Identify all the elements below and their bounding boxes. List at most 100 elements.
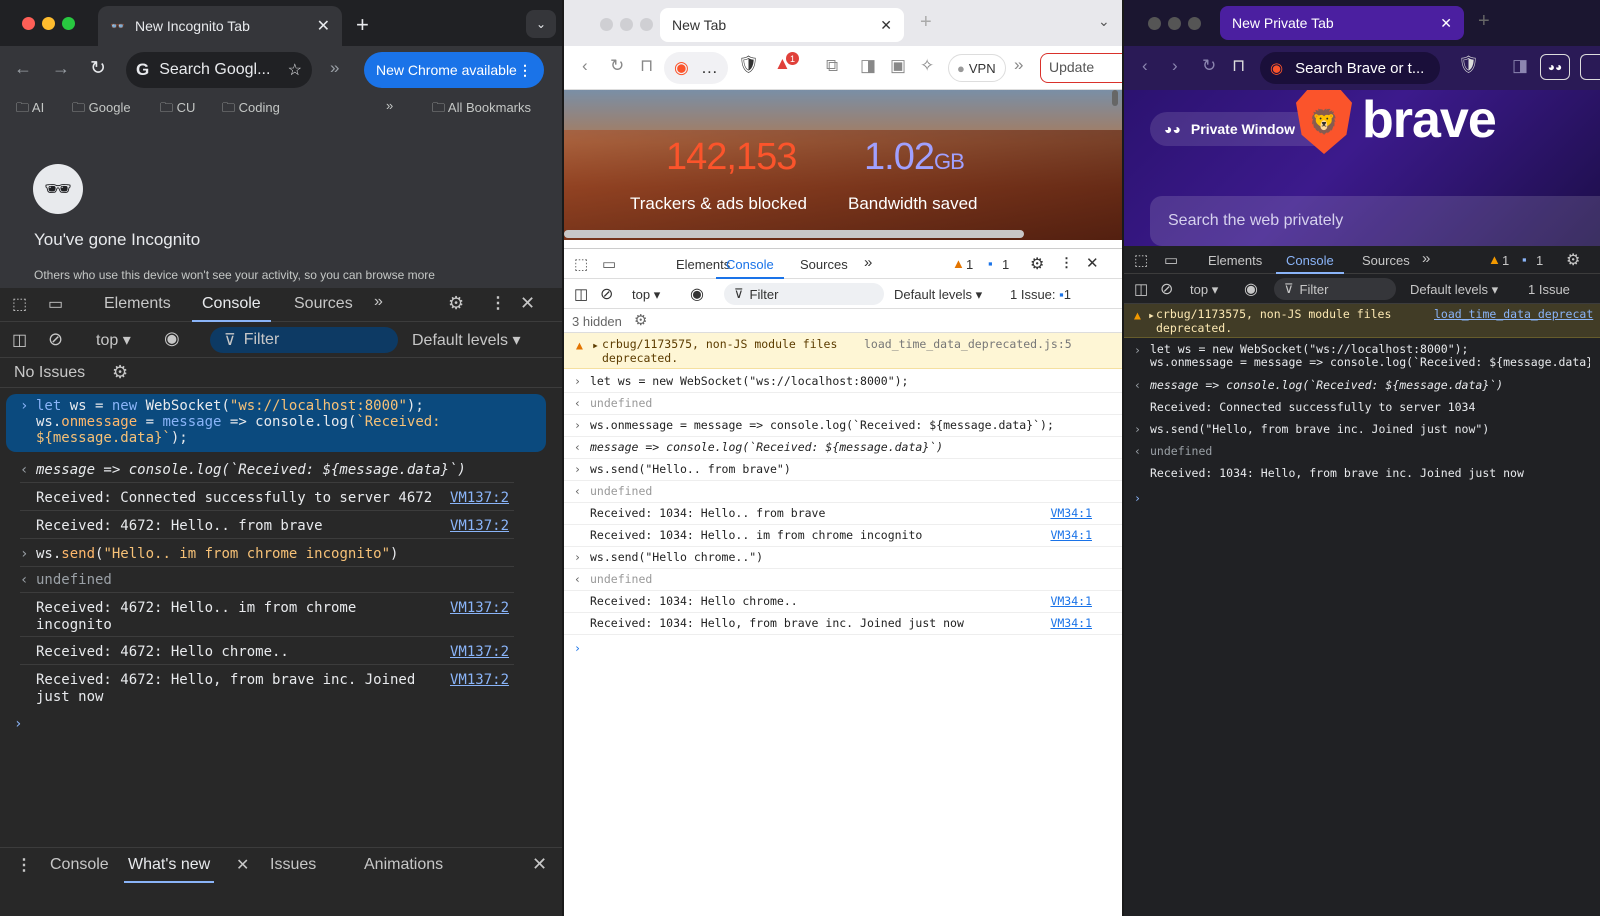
inspect-element-icon[interactable]: ⬚ (12, 294, 27, 314)
minimize-window-button[interactable] (1168, 17, 1181, 30)
minimize-window-button[interactable] (620, 18, 633, 31)
drawer-tab-issues[interactable]: Issues (270, 856, 316, 874)
new-chrome-available-button[interactable]: New Chrome available ⋮ (364, 52, 544, 88)
log-levels-dropdown[interactable]: Default levels ▾ (412, 330, 521, 350)
tab-search-chevron-icon[interactable]: ⌄ (1098, 13, 1110, 30)
eye-icon[interactable]: ◉ (1244, 279, 1258, 299)
context-selector[interactable]: top ▾ (632, 287, 660, 303)
clear-console-icon[interactable]: ⊘ (48, 329, 63, 350)
back-icon[interactable]: ‹ (1142, 56, 1148, 76)
warning-source-link[interactable]: load_time_data_deprecated.js:5 (864, 337, 1072, 351)
sidebar-icon[interactable]: ◨ (1512, 56, 1528, 76)
source-link[interactable]: VM137:2 (450, 518, 509, 534)
sidebar-toggle-icon[interactable]: ◫ (574, 285, 588, 303)
message-icon[interactable]: ▪ (1522, 252, 1527, 267)
customize-menu-icon[interactable]: ⋮ (490, 293, 506, 313)
console-input-2[interactable]: ws.send("Hello.. im from chrome incognit… (36, 546, 398, 562)
drawer-tab-whats-new[interactable]: What's new (124, 848, 215, 883)
context-selector[interactable]: top ▾ (1190, 282, 1218, 298)
customize-menu-icon[interactable]: ⋮ (1060, 255, 1073, 271)
horizontal-scrollbar[interactable] (564, 230, 1024, 238)
settings-gear-icon[interactable]: ⚙ (1566, 250, 1580, 270)
close-window-button[interactable] (1148, 17, 1161, 30)
console-input-line[interactable]: › ws.send("Hello.. from brave") (564, 459, 1122, 481)
chevron-double-right-icon[interactable]: » (1014, 55, 1023, 75)
message-icon[interactable]: ▪ (988, 256, 993, 271)
bookmark-coding[interactable]: 🗀 Coding (222, 99, 280, 121)
clear-console-icon[interactable]: ⊘ (600, 284, 613, 304)
settings-gear-icon[interactable]: ⚙ (1030, 254, 1044, 274)
back-icon[interactable]: ‹ (582, 56, 588, 76)
private-window-icon[interactable]: ◕◕ (1540, 54, 1570, 80)
reload-icon[interactable]: ↻ (1202, 56, 1216, 76)
console-prompt[interactable]: › (574, 641, 581, 655)
warning-icon[interactable]: ▲ (1488, 252, 1501, 267)
forward-icon[interactable]: › (1172, 56, 1178, 76)
vpn-button[interactable]: ● VPN (948, 54, 1006, 82)
source-link[interactable]: VM137:2 (450, 644, 509, 660)
bookmark-icon[interactable]: ⊓ (640, 56, 653, 76)
vertical-scrollbar[interactable] (1112, 90, 1118, 106)
close-devtools-icon[interactable]: ✕ (520, 293, 535, 314)
bookmark-google[interactable]: 🗀 Google (72, 99, 131, 121)
reload-icon[interactable]: ↻ (610, 56, 624, 76)
filter-input[interactable]: ⊽ Filter (210, 327, 398, 353)
close-drawer-icon[interactable]: ✕ (532, 854, 547, 875)
filter-input[interactable]: ⊽ Filter (724, 283, 884, 305)
drawer-tab-animations[interactable]: Animations (364, 856, 443, 874)
tab-new-private-tab[interactable]: New Private Tab ✕ (1220, 6, 1464, 40)
brave-shields-icon[interactable]: 🛡 (1458, 55, 1480, 75)
new-tab-button[interactable]: + (356, 12, 369, 38)
settings-gear-icon[interactable]: ⚙ (448, 293, 464, 314)
source-link[interactable]: VM34:1 (1050, 506, 1092, 520)
close-whats-new-icon[interactable]: ✕ (236, 855, 249, 875)
close-tab-icon[interactable]: ✕ (880, 17, 892, 34)
drawer-menu-icon[interactable]: ⋮ (16, 855, 32, 875)
menu-button-edge[interactable] (1580, 54, 1600, 80)
bookmark-ai[interactable]: 🗀 AI (16, 99, 44, 121)
tab-elements[interactable]: Elements (1208, 253, 1262, 268)
source-link[interactable]: VM137:2 (450, 490, 509, 506)
more-tabs-icon[interactable]: » (1422, 250, 1430, 267)
close-devtools-icon[interactable]: ✕ (1086, 254, 1099, 272)
tab-sources[interactable]: Sources (800, 257, 848, 272)
brave-shields-icon[interactable]: 🛡 (738, 55, 760, 75)
omnibox[interactable]: G Search Googl... ☆ (126, 52, 312, 88)
tab-console[interactable]: Console (1276, 246, 1344, 274)
maximize-window-button[interactable] (640, 18, 653, 31)
close-tab-icon[interactable]: ✕ (1440, 15, 1452, 32)
log-levels-dropdown[interactable]: Default levels ▾ (894, 287, 982, 303)
chevron-double-right-icon[interactable]: » (330, 58, 339, 78)
wallet-icon[interactable]: ▣ (890, 56, 906, 76)
close-window-button[interactable] (600, 18, 613, 31)
sidebar-icon[interactable]: ◨ (860, 56, 876, 76)
eye-icon[interactable]: ◉ (164, 328, 180, 349)
console-settings-gear-icon[interactable]: ⚙ (112, 362, 128, 383)
console-input-line[interactable]: › ws.onmessage = message => console.log(`… (564, 415, 1122, 437)
console-input-line[interactable]: › let ws = new WebSocket("ws://localhost:… (564, 371, 1122, 393)
close-tab-icon[interactable]: ✕ (317, 16, 330, 36)
inspect-element-icon[interactable]: ⬚ (1134, 251, 1148, 269)
bookmark-icon[interactable]: ⊓ (1232, 56, 1245, 76)
tab-elements[interactable]: Elements (104, 295, 171, 313)
console-settings-gear-icon[interactable]: ⚙ (634, 311, 647, 329)
more-tabs-icon[interactable]: » (864, 254, 872, 271)
omnibox[interactable]: ◉ Search Brave or t... (1260, 52, 1440, 84)
omnibox[interactable]: ◉ … (664, 52, 728, 84)
issues-counter[interactable]: 1 Issue (1528, 282, 1570, 297)
bookmark-star-icon[interactable]: ☆ (288, 60, 302, 80)
eye-icon[interactable]: ◉ (690, 284, 704, 304)
warning-icon[interactable]: ▲ (952, 256, 965, 271)
reload-icon[interactable]: ↻ (90, 57, 106, 80)
device-toolbar-icon[interactable]: ▭ (1164, 251, 1178, 269)
tab-new-tab[interactable]: New Tab ✕ (660, 8, 904, 42)
all-bookmarks[interactable]: 🗀 All Bookmarks (432, 99, 531, 121)
tab-sources[interactable]: Sources (294, 295, 353, 313)
tab-console[interactable]: Console (716, 249, 784, 279)
filter-input[interactable]: ⊽ Filter (1274, 278, 1396, 300)
console-prompt[interactable]: › (14, 716, 22, 732)
device-toolbar-icon[interactable]: ▭ (48, 294, 63, 314)
forward-icon[interactable]: → (52, 58, 70, 79)
source-link[interactable]: VM34:1 (1050, 616, 1092, 630)
source-link[interactable]: VM34:1 (1050, 528, 1092, 542)
